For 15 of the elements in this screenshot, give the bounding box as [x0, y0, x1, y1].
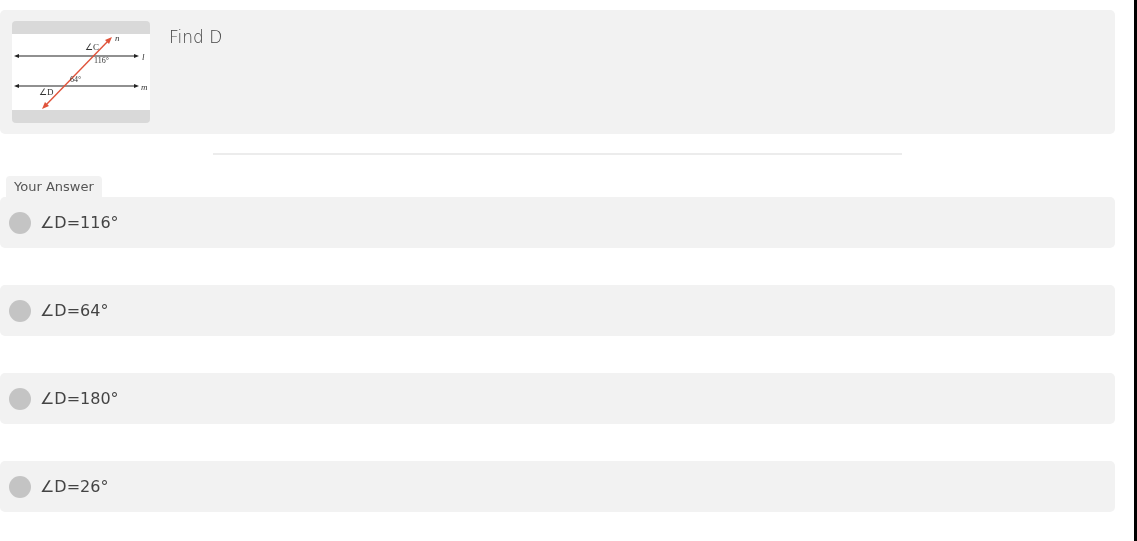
option-text: ∠D=116°: [40, 213, 119, 232]
question-text: Find D: [169, 27, 223, 47]
radio-button[interactable]: [9, 475, 31, 498]
option-text: ∠D=26°: [40, 477, 109, 496]
option-text: ∠D=64°: [40, 301, 109, 320]
option-text: ∠D=180°: [40, 389, 119, 408]
radio-button[interactable]: [9, 299, 31, 322]
radio-button[interactable]: [9, 387, 31, 410]
answer-option[interactable]: ∠D=180°: [0, 373, 1115, 424]
parallel-lines-diagram: ∠C 116° 64° ∠D n l m: [12, 21, 150, 123]
answer-label: Your Answer: [6, 176, 102, 197]
answer-option[interactable]: ∠D=64°: [0, 285, 1115, 336]
answer-option[interactable]: ∠D=116°: [0, 197, 1115, 248]
answer-option[interactable]: ∠D=26°: [0, 461, 1115, 512]
radio-button[interactable]: [9, 211, 31, 234]
